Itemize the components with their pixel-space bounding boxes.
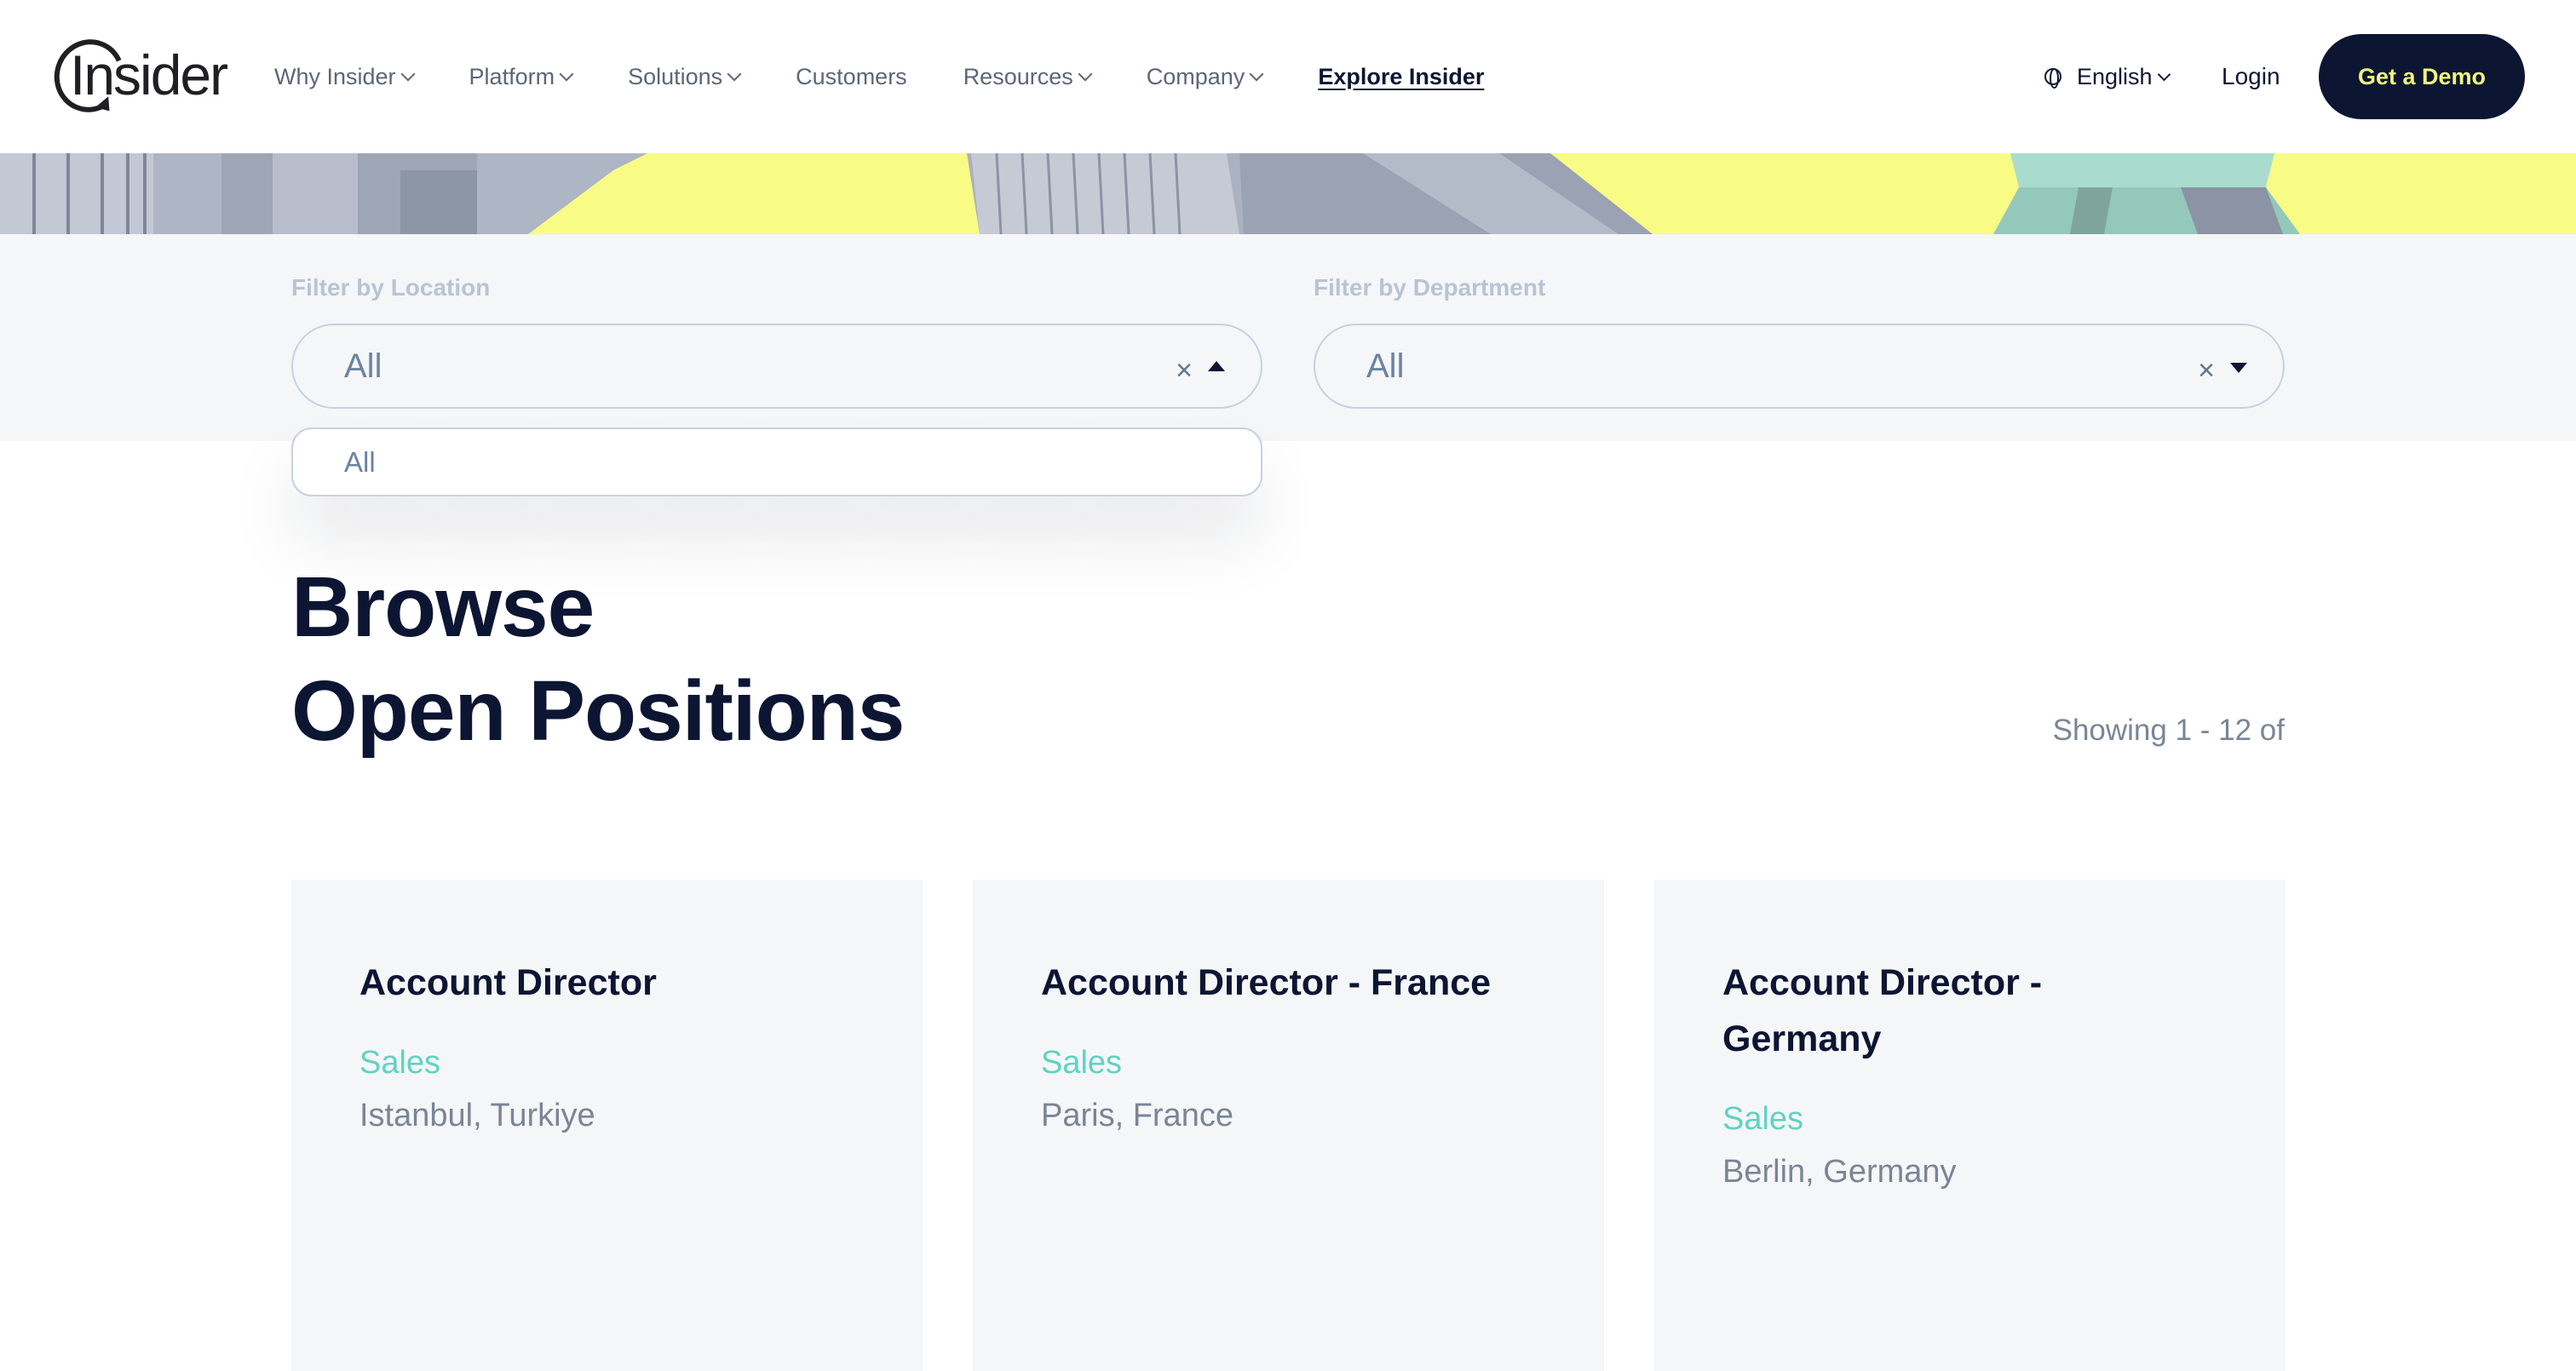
location-filter-label: Filter by Location bbox=[291, 274, 491, 301]
job-title: Account Director - Germany bbox=[1722, 962, 2043, 1059]
chevron-down-icon bbox=[727, 66, 742, 82]
department-filter-select[interactable]: All × bbox=[1314, 324, 2285, 409]
nav-item-resources[interactable]: Resources bbox=[963, 63, 1093, 90]
page-title-line-1: Browse bbox=[291, 559, 595, 655]
close-icon[interactable]: × bbox=[2198, 354, 2215, 387]
location-filter-select[interactable]: All × bbox=[291, 324, 1262, 409]
nav-item-label: Company bbox=[1146, 63, 1245, 89]
main-nav: Why Insider Platform Solutions Customers… bbox=[274, 58, 1540, 95]
globe-icon bbox=[2044, 68, 2061, 89]
location-dropdown-menu: All bbox=[291, 427, 1262, 496]
nav-item-platform[interactable]: Platform bbox=[469, 63, 574, 90]
job-location: Paris, France bbox=[1041, 1098, 1233, 1133]
chevron-down-icon bbox=[2157, 67, 2171, 81]
nav-item-label: Why Insider bbox=[274, 63, 396, 89]
chevron-down-icon bbox=[1078, 66, 1093, 82]
job-title: Account Director bbox=[359, 962, 657, 1003]
job-department: Sales bbox=[1722, 1101, 1804, 1137]
language-label: English bbox=[2077, 63, 2153, 89]
location-filter-value: All bbox=[344, 347, 382, 385]
nav-item-label: Solutions bbox=[628, 63, 723, 89]
page-title: Browse Open Positions bbox=[291, 555, 905, 763]
job-title: Account Director - France bbox=[1041, 962, 1492, 1003]
nav-item-label: Platform bbox=[469, 63, 555, 89]
nav-item-label: Resources bbox=[963, 63, 1073, 89]
dropdown-option-all[interactable]: All bbox=[344, 446, 376, 479]
department-filter-label: Filter by Department bbox=[1314, 274, 1546, 301]
job-location: Berlin, Germany bbox=[1722, 1154, 1957, 1190]
job-card[interactable]: Account Director - Germany Sales Berlin,… bbox=[1654, 880, 2286, 1371]
job-department: Sales bbox=[1041, 1045, 1123, 1081]
nav-item-explore-insider[interactable]: Explore Insider bbox=[1318, 64, 1484, 90]
get-a-demo-button[interactable]: Get a Demo bbox=[2319, 34, 2525, 119]
filter-bar: Filter by Location All × Filter by Depar… bbox=[0, 234, 2576, 441]
logo-text: Insider bbox=[70, 43, 228, 106]
hero-banner-image bbox=[0, 153, 2576, 234]
caret-down-icon[interactable] bbox=[2230, 363, 2247, 373]
nav-item-why-insider[interactable]: Why Insider bbox=[274, 63, 416, 90]
results-count: Showing 1 - 12 of bbox=[2052, 714, 2285, 747]
job-card[interactable]: Account Director - France Sales Paris, F… bbox=[973, 880, 1604, 1371]
chevron-down-icon bbox=[559, 66, 574, 82]
nav-item-company[interactable]: Company bbox=[1146, 63, 1264, 90]
chevron-down-icon bbox=[400, 66, 416, 82]
site-header: Insider Why Insider Platform Solutions C… bbox=[0, 0, 2576, 153]
job-department: Sales bbox=[359, 1045, 441, 1081]
nav-item-solutions[interactable]: Solutions bbox=[628, 63, 742, 90]
nav-item-label: Customers bbox=[796, 63, 907, 89]
language-selector[interactable]: English bbox=[2044, 58, 2171, 95]
insider-logo[interactable]: Insider bbox=[43, 29, 228, 123]
chevron-down-icon bbox=[1249, 66, 1264, 82]
nav-item-label: Explore Insider bbox=[1318, 63, 1485, 89]
hero-illustration bbox=[0, 153, 2300, 234]
job-location: Istanbul, Turkiye bbox=[359, 1098, 595, 1133]
logo-mark: Insider bbox=[43, 29, 228, 123]
login-link[interactable]: Login bbox=[2222, 58, 2280, 95]
department-filter-value: All bbox=[1366, 347, 1405, 385]
caret-up-icon[interactable] bbox=[1208, 361, 1225, 371]
job-card[interactable]: Account Director Sales Istanbul, Turkiye bbox=[291, 880, 923, 1371]
nav-item-customers[interactable]: Customers bbox=[796, 64, 907, 90]
close-icon[interactable]: × bbox=[1176, 354, 1193, 387]
page-title-line-2: Open Positions bbox=[291, 663, 905, 759]
